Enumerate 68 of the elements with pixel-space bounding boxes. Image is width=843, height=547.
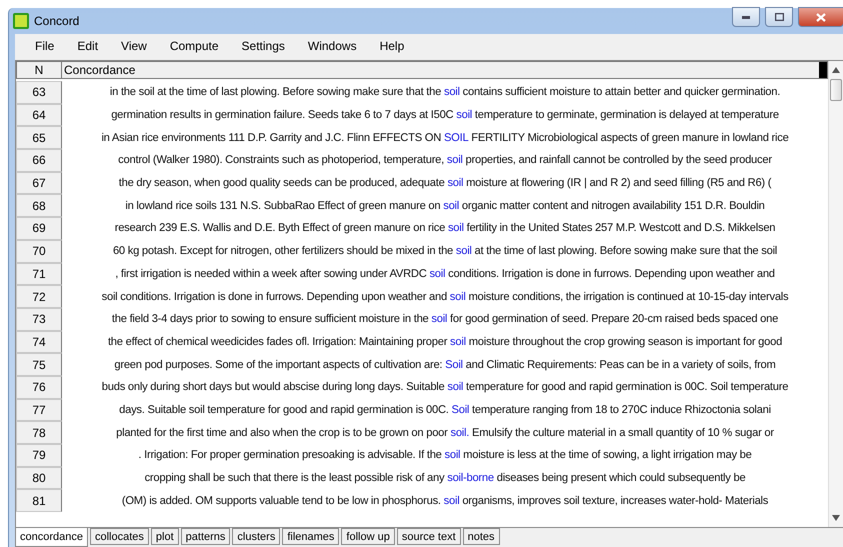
row-number: 69 (16, 217, 62, 240)
concordance-line: the dry season, when good quality seeds can be produced, adequate soil moisture at flowering (IR | and R 2) and seed filling (R5 and R6) ( (118, 176, 772, 192)
concordance-line: (OM) is added. OM supports valuable tend to be low in phosphorus. soil organisms, improves soil texture, increases water-hold- Materials (120, 494, 770, 509)
scrollbar[interactable] (828, 61, 843, 527)
menu-item[interactable]: Help (368, 39, 416, 53)
close-button[interactable] (798, 7, 843, 27)
row-number: 64 (16, 104, 62, 126)
concordance-line: in lowland rice soils 131 N.S. SubbaRao Effect of green manure on soil organic matter content and nitrogen availability 151 D.R. Bouldin (124, 198, 766, 214)
menu-item[interactable]: Edit (65, 39, 110, 53)
concordance-line: 60 kg potash. Except for nitrogen, other fertilizers should be mixed in the soil at the time of last plowing. Before sowing make sure that the soil (112, 244, 778, 260)
row-number: 66 (16, 149, 62, 172)
row-number: 72 (16, 285, 62, 308)
tab[interactable]: clusters (232, 528, 280, 545)
maximize-icon (774, 13, 784, 21)
concordance-line: cropping shall be such that there is the least possible risk of any soil-borne diseases being present which could subsequently be (144, 471, 746, 486)
concordance-line: germination results in germination failure. Seeds take 6 to 7 days at I50C soil temperature to germinate, germination is delayed at temperature (110, 108, 780, 124)
menu-item[interactable]: Windows (296, 39, 368, 53)
menu-item[interactable]: View (109, 39, 158, 53)
tab[interactable]: source text (396, 528, 461, 545)
row-number: 71 (16, 262, 62, 286)
tab[interactable]: filenames (282, 528, 340, 545)
concordance-line: . Irrigation: For proper germination presoaking is advisable. If the soil moisture is less at the time of sowing, a light irrigation may be (137, 448, 753, 464)
row-number: 73 (16, 308, 62, 331)
concordance-line: research 239 E.S. Wallis and D.E. Byth Effect of green manure on rice soil fertility in the United States 257 M.P. Westcott and D.S. Mikkelsen (114, 221, 776, 236)
minimize-icon (742, 16, 750, 18)
menu-item[interactable]: File (23, 39, 66, 53)
row-number: 74 (16, 330, 62, 354)
tab[interactable]: patterns (180, 528, 230, 545)
row-number: 70 (16, 240, 62, 262)
row-number: 67 (16, 172, 62, 194)
concordance-line: green pod purposes. Some of the important aspects of cultivation are: Soil and Climatic Requirements: Peas can be in a variety of soils, from (113, 358, 777, 373)
column-header[interactable]: N (16, 61, 62, 79)
concordance-line: the field 3-4 days prior to sowing to ensure sufficient moisture in the soil for good germination of seed. Prepare 20-cm raised beds spaced one (110, 312, 780, 328)
tab[interactable]: plot (150, 528, 179, 545)
close-icon (816, 12, 826, 22)
scroll-up-icon[interactable] (832, 67, 840, 73)
window-title: Concord (34, 14, 80, 28)
column-header[interactable]: Concordance (62, 61, 828, 79)
tab[interactable]: follow up (341, 528, 395, 545)
maximize-button[interactable] (765, 7, 793, 27)
row-number: 78 (16, 421, 62, 444)
row-number: 63 (16, 81, 62, 104)
concordance-line: soil conditions. Irrigation is done in furrows. Depending upon weather and soil moisture conditions, the irrigation is continued at 10-15-day intervals (100, 290, 790, 305)
minimize-button[interactable] (732, 7, 760, 27)
concordance-line: control (Walker 1980). Constraints such as photoperiod, temperature, soil properties, and rainfall cannot be controlled by the seed producer (117, 153, 773, 168)
row-number: 68 (16, 194, 62, 218)
row-number: 75 (16, 353, 62, 376)
concordance-line: , first irrigation is needed within a week after sowing under AVRDC soil conditions. Irrigation is done in furrows. Depending upon weather and (114, 266, 776, 282)
concordance-line: in the soil at the time of last plowing. Before sowing make sure that the soil contains sufficient moisture to attain better and quicker germination. (108, 85, 782, 100)
row-number: 76 (16, 376, 62, 399)
row-number: 79 (16, 444, 62, 467)
tab[interactable]: collocates (90, 528, 149, 545)
scroll-thumb[interactable] (830, 79, 842, 101)
concordance-line: days. Suitable soil temperature for good and rapid germination is 00C. Soil temperature ranging from 18 to 270C induce Rhizoctonia solani (118, 402, 772, 418)
concordance-line: planted for the first time and also when the crop is to be grown on poor soil. Emulsify the culture material in a small quantity of 10 % sugar or (115, 426, 775, 441)
concordance-line: buds only during short days but would abscise during long days. Suitable soil temperature for good and rapid germination is 00C. Soil temperature (100, 380, 790, 396)
menu-item[interactable]: Compute (158, 39, 230, 53)
row-number: 80 (16, 466, 62, 490)
menu-item[interactable]: Settings (230, 39, 296, 53)
tab[interactable]: concordance (15, 528, 88, 547)
row-number: 81 (16, 489, 62, 512)
concordance-line: the effect of chemical weedicides fades ofl. Irrigation: Maintaining proper soil moisture throughout the crop growing season is important for good (106, 334, 784, 350)
tab[interactable]: notes (462, 528, 500, 545)
scroll-down-icon[interactable] (832, 515, 840, 521)
concordance-line: in Asian rice environments 111 D.P. Garrity and J.C. Flinn EFFECTS ON SOIL FERTILITY Microbiological aspects of green manure in lowland rice (100, 130, 790, 146)
row-number: 77 (16, 398, 62, 422)
app-icon (13, 13, 29, 29)
row-number: 65 (16, 126, 62, 150)
